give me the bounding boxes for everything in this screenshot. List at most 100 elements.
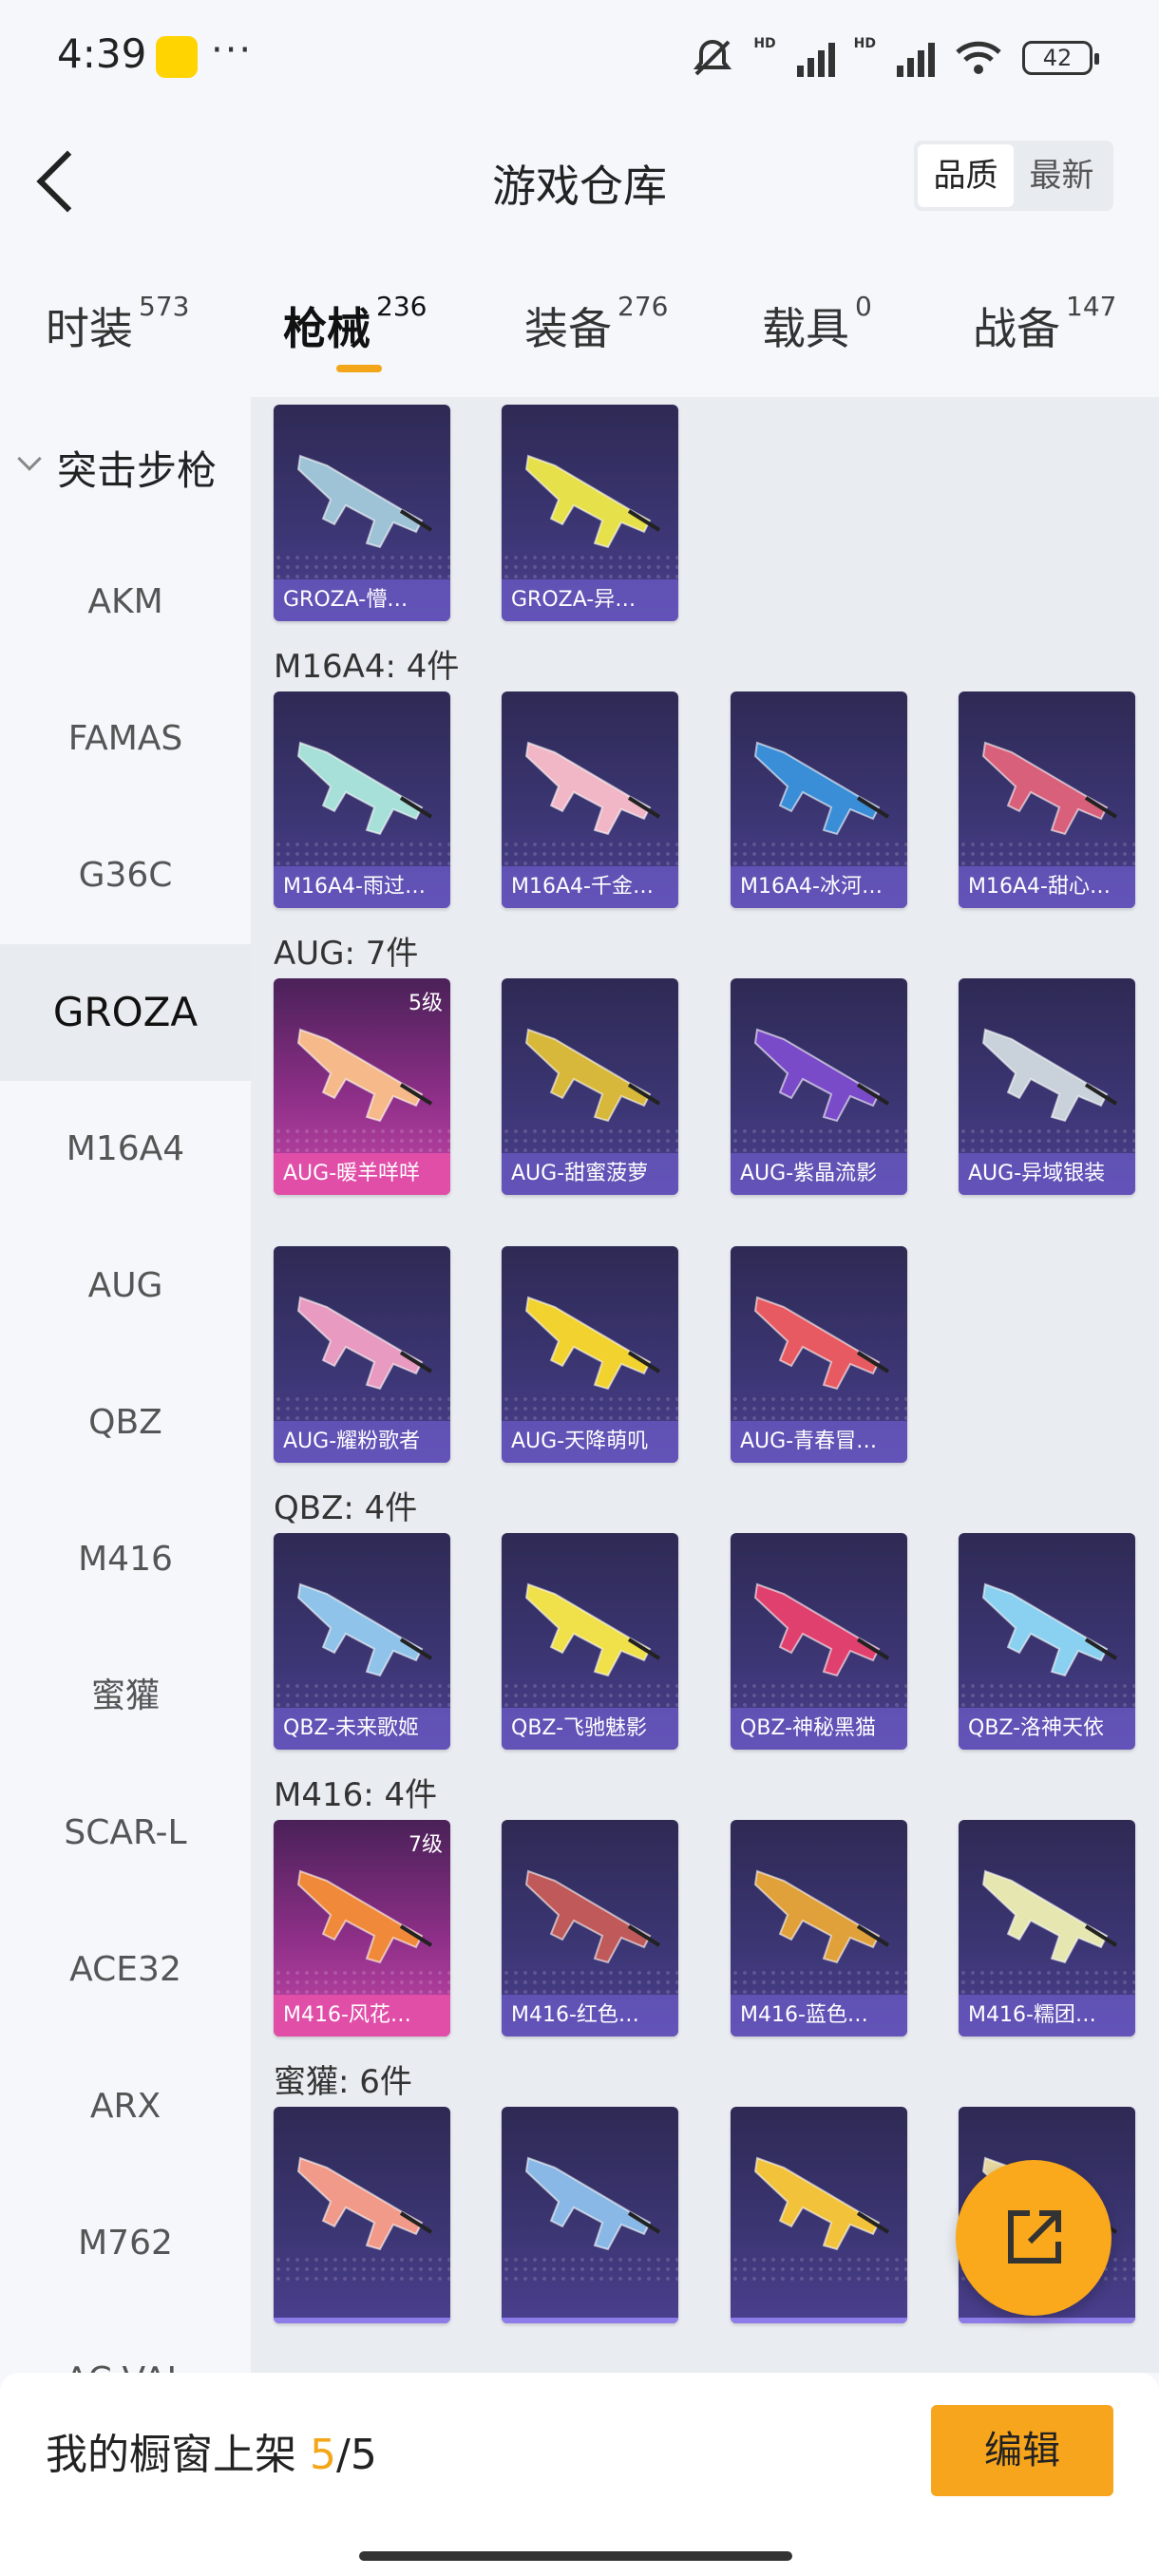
- weapon-card[interactable]: [502, 2107, 678, 2323]
- tab-fashion[interactable]: 时装 573: [46, 291, 189, 357]
- weapon-name: QBZ-神秘黑猫: [731, 1708, 907, 1750]
- weapon-image: [753, 741, 890, 836]
- tab-vehicles[interactable]: 载具 0: [762, 291, 872, 357]
- tab-count: 147: [1066, 291, 1117, 322]
- weapon-image: [296, 1869, 433, 1964]
- card-pattern: [731, 1394, 907, 1423]
- card-bottom-edge: [959, 2318, 1135, 2323]
- weapon-card[interactable]: [731, 2107, 907, 2323]
- weapon-card[interactable]: AUG-紫晶流影: [731, 978, 907, 1195]
- weapon-card[interactable]: [274, 2107, 450, 2323]
- weapon-card[interactable]: M416-糯团…: [959, 1820, 1135, 2036]
- sidebar-item[interactable]: M16A4: [0, 1081, 251, 1218]
- weapon-card[interactable]: M416-蓝色…: [731, 1820, 907, 2036]
- sidebar-group-assault-rifles[interactable]: 突击步枪: [0, 397, 251, 534]
- weapon-card[interactable]: AUG-耀粉歌者: [274, 1246, 450, 1463]
- weapon-image: [296, 1582, 433, 1677]
- weapon-card[interactable]: AUG-甜蜜菠萝: [502, 978, 678, 1195]
- weapon-image: [753, 2156, 890, 2251]
- weapon-name: AUG-天降萌叽: [502, 1421, 678, 1463]
- showcase-label: 我的橱窗上架 5/5: [46, 2420, 377, 2481]
- sidebar-item[interactable]: AKM: [0, 534, 251, 671]
- sidebar-item[interactable]: AC-VAL: [0, 2312, 251, 2373]
- weapon-card[interactable]: QBZ-洛神天依: [959, 1533, 1135, 1750]
- sidebar-item[interactable]: GROZA: [0, 944, 251, 1081]
- weapon-card[interactable]: 7级 M416-风花…: [274, 1820, 450, 2036]
- section-title: AUG: 7件: [274, 935, 419, 973]
- weapon-name: M416-红色…: [502, 1995, 678, 2036]
- card-pattern: [274, 1394, 450, 1423]
- weapon-image: [296, 741, 433, 836]
- sidebar-item[interactable]: QBZ: [0, 1354, 251, 1491]
- tab-count: 236: [376, 291, 428, 322]
- weapon-name: AUG-紫晶流影: [731, 1153, 907, 1195]
- level-badge: 7级: [408, 1833, 443, 1857]
- section-title: QBZ: 4件: [274, 1489, 418, 1527]
- weapon-name: AUG-甜蜜菠萝: [502, 1153, 678, 1195]
- edit-button[interactable]: 编辑: [931, 2405, 1113, 2496]
- card-pattern: [502, 1394, 678, 1423]
- sidebar-item[interactable]: M762: [0, 2175, 251, 2312]
- card-bottom-edge: [274, 2318, 450, 2323]
- weapon-card[interactable]: QBZ-未来歌姬: [274, 1533, 450, 1750]
- sidebar-item[interactable]: FAMAS: [0, 671, 251, 807]
- weapon-card[interactable]: M16A4-甜心…: [959, 691, 1135, 908]
- section-title: M16A4: 4件: [274, 648, 460, 686]
- weapon-image: [524, 1582, 661, 1677]
- weapon-name: M16A4-雨过…: [274, 866, 450, 908]
- showcase-total: 5: [350, 2431, 377, 2479]
- sidebar-item[interactable]: 蜜獾: [0, 1628, 251, 1765]
- weapon-card[interactable]: AUG-天降萌叽: [502, 1246, 678, 1463]
- weapon-card[interactable]: AUG-青春冒…: [731, 1246, 907, 1463]
- sort-latest-button[interactable]: 最新: [1014, 144, 1110, 207]
- tab-equipment[interactable]: 装备 276: [524, 291, 668, 357]
- mute-icon: [694, 39, 732, 76]
- sidebar-group-label: 突击步枪: [57, 447, 218, 494]
- sidebar-item[interactable]: G36C: [0, 807, 251, 944]
- weapon-name: M16A4-甜心…: [959, 866, 1135, 908]
- weapon-name: M16A4-千金…: [502, 866, 678, 908]
- card-pattern: [274, 553, 450, 581]
- weapon-card[interactable]: M16A4-雨过…: [274, 691, 450, 908]
- sort-quality-button[interactable]: 品质: [918, 144, 1014, 207]
- sidebar-item[interactable]: AUG: [0, 1218, 251, 1354]
- weapon-card[interactable]: GROZA-懵…: [274, 405, 450, 621]
- clock: 4:39: [57, 30, 147, 77]
- sidebar-item[interactable]: SCAR-L: [0, 1765, 251, 1902]
- more-notifications-icon: ···: [211, 28, 254, 72]
- weapon-image: [981, 1582, 1118, 1677]
- weapon-card[interactable]: 5级 AUG-暖羊咩咩: [274, 978, 450, 1195]
- weapon-name: QBZ-洛神天依: [959, 1708, 1135, 1750]
- weapon-image: [981, 1869, 1118, 1964]
- weapon-image: [524, 741, 661, 836]
- hd-badge: HD: [753, 36, 776, 51]
- weapon-card[interactable]: AUG-异域银装: [959, 978, 1135, 1195]
- weapon-card[interactable]: M16A4-冰河…: [731, 691, 907, 908]
- sidebar-item[interactable]: M416: [0, 1491, 251, 1628]
- card-pattern: [274, 1681, 450, 1710]
- tab-guns[interactable]: 枪械 236: [283, 291, 428, 357]
- weapon-card[interactable]: QBZ-神秘黑猫: [731, 1533, 907, 1750]
- weapon-name: M416-糯团…: [959, 1995, 1135, 2036]
- weapon-image: [524, 1028, 661, 1123]
- weapon-image: [753, 1296, 890, 1391]
- card-pattern: [274, 1968, 450, 1997]
- share-icon: [1008, 2210, 1061, 2263]
- weapon-card[interactable]: M16A4-千金…: [502, 691, 678, 908]
- sidebar-item[interactable]: ACE32: [0, 1902, 251, 2038]
- weapon-image: [753, 1869, 890, 1964]
- weapon-card[interactable]: GROZA-异…: [502, 405, 678, 621]
- tab-label: 装备: [524, 303, 612, 354]
- card-pattern: [959, 1968, 1135, 1997]
- tab-supplies[interactable]: 战备 147: [973, 291, 1117, 357]
- sidebar-item[interactable]: ARX: [0, 2038, 251, 2175]
- card-pattern: [274, 1127, 450, 1155]
- weapon-card[interactable]: QBZ-飞驰魅影: [502, 1533, 678, 1750]
- hd-badge-2: HD: [853, 36, 876, 51]
- weapon-image: [296, 1296, 433, 1391]
- weapon-image: [981, 1028, 1118, 1123]
- weapon-card[interactable]: M416-红色…: [502, 1820, 678, 2036]
- card-pattern: [502, 840, 678, 868]
- weapon-name: GROZA-懵…: [274, 579, 450, 621]
- share-button[interactable]: [956, 2160, 1112, 2316]
